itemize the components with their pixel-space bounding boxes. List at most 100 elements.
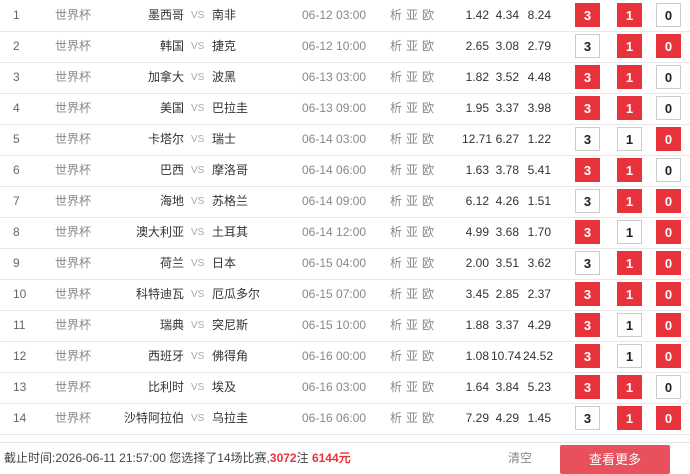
pick-win-button[interactable]: 3 bbox=[575, 189, 600, 213]
pick-draw-button[interactable]: 1 bbox=[617, 96, 642, 120]
pick-win-button[interactable]: 3 bbox=[575, 65, 600, 89]
euro-odds-link[interactable]: 欧 bbox=[422, 101, 434, 115]
pick-loss-button[interactable]: 0 bbox=[656, 282, 681, 306]
pick-draw-button[interactable]: 1 bbox=[617, 158, 642, 182]
analysis-link[interactable]: 析 bbox=[390, 8, 402, 22]
analysis-link[interactable]: 析 bbox=[390, 132, 402, 146]
away-team: 厄瓜多尔 bbox=[212, 287, 261, 301]
pick-loss-button[interactable]: 0 bbox=[656, 313, 681, 337]
odds-win: 6.12 bbox=[465, 194, 489, 208]
analysis-link[interactable]: 析 bbox=[390, 39, 402, 53]
asian-odds-link[interactable]: 亚 bbox=[406, 194, 418, 208]
pick-draw-button[interactable]: 1 bbox=[617, 3, 642, 27]
pick-loss-button[interactable]: 0 bbox=[656, 127, 681, 151]
away-team: 土耳其 bbox=[212, 225, 249, 239]
pick-loss-button[interactable]: 0 bbox=[656, 251, 681, 275]
pick-win-button[interactable]: 3 bbox=[575, 406, 600, 430]
analysis-link[interactable]: 析 bbox=[390, 194, 402, 208]
pick-draw-button[interactable]: 1 bbox=[617, 34, 642, 58]
home-team: 沙特阿拉伯 bbox=[123, 411, 184, 425]
analysis-link[interactable]: 析 bbox=[390, 225, 402, 239]
analysis-link[interactable]: 析 bbox=[390, 101, 402, 115]
pick-win-button[interactable]: 3 bbox=[575, 251, 600, 275]
league-label: 世界杯 bbox=[55, 70, 92, 84]
pick-win-button[interactable]: 3 bbox=[575, 282, 600, 306]
analysis-link[interactable]: 析 bbox=[390, 318, 402, 332]
pick-loss-button[interactable]: 0 bbox=[656, 34, 681, 58]
asian-odds-link[interactable]: 亚 bbox=[406, 318, 418, 332]
pick-win-button[interactable]: 3 bbox=[575, 313, 600, 337]
vs-label: VS bbox=[191, 41, 205, 52]
euro-odds-link[interactable]: 欧 bbox=[422, 349, 434, 363]
asian-odds-link[interactable]: 亚 bbox=[406, 225, 418, 239]
pick-loss-button[interactable]: 0 bbox=[656, 406, 681, 430]
clear-button[interactable]: 清空 bbox=[508, 443, 532, 474]
asian-odds-link[interactable]: 亚 bbox=[406, 8, 418, 22]
selection-summary: 截止时间:2026-06-11 21:57:00 您选择了14场比赛,3072注… bbox=[4, 443, 351, 474]
asian-odds-link[interactable]: 亚 bbox=[406, 101, 418, 115]
euro-odds-link[interactable]: 欧 bbox=[422, 411, 434, 425]
pick-win-button[interactable]: 3 bbox=[575, 127, 600, 151]
analysis-link[interactable]: 析 bbox=[390, 380, 402, 394]
pick-draw-button[interactable]: 1 bbox=[617, 127, 642, 151]
pick-draw-button[interactable]: 1 bbox=[617, 282, 642, 306]
euro-odds-link[interactable]: 欧 bbox=[422, 318, 434, 332]
pick-win-button[interactable]: 3 bbox=[575, 344, 600, 368]
pick-loss-button[interactable]: 0 bbox=[656, 375, 681, 399]
pick-win-button[interactable]: 3 bbox=[575, 375, 600, 399]
pick-draw-button[interactable]: 1 bbox=[617, 251, 642, 275]
odds-win: 12.71 bbox=[462, 132, 493, 146]
pick-win-button[interactable]: 3 bbox=[575, 3, 600, 27]
asian-odds-link[interactable]: 亚 bbox=[406, 132, 418, 146]
match-index: 1 bbox=[13, 8, 20, 22]
pick-loss-button[interactable]: 0 bbox=[656, 189, 681, 213]
view-more-button[interactable]: 查看更多 bbox=[560, 445, 670, 474]
asian-odds-link[interactable]: 亚 bbox=[406, 287, 418, 301]
odds-draw: 3.37 bbox=[495, 318, 519, 332]
pick-draw-button[interactable]: 1 bbox=[617, 406, 642, 430]
euro-odds-link[interactable]: 欧 bbox=[422, 163, 434, 177]
euro-odds-link[interactable]: 欧 bbox=[422, 194, 434, 208]
euro-odds-link[interactable]: 欧 bbox=[422, 8, 434, 22]
pick-loss-button[interactable]: 0 bbox=[656, 220, 681, 244]
euro-odds-link[interactable]: 欧 bbox=[422, 287, 434, 301]
asian-odds-link[interactable]: 亚 bbox=[406, 256, 418, 270]
analysis-links: 析亚欧 bbox=[390, 0, 438, 31]
vs-label: VS bbox=[191, 351, 205, 362]
asian-odds-link[interactable]: 亚 bbox=[406, 70, 418, 84]
away-team: 摩洛哥 bbox=[212, 163, 249, 177]
euro-odds-link[interactable]: 欧 bbox=[422, 39, 434, 53]
pick-draw-button[interactable]: 1 bbox=[617, 189, 642, 213]
analysis-link[interactable]: 析 bbox=[390, 411, 402, 425]
pick-win-button[interactable]: 3 bbox=[575, 34, 600, 58]
asian-odds-link[interactable]: 亚 bbox=[406, 411, 418, 425]
pick-win-button[interactable]: 3 bbox=[575, 96, 600, 120]
asian-odds-link[interactable]: 亚 bbox=[406, 163, 418, 177]
pick-win-button[interactable]: 3 bbox=[575, 158, 600, 182]
analysis-link[interactable]: 析 bbox=[390, 163, 402, 177]
euro-odds-link[interactable]: 欧 bbox=[422, 380, 434, 394]
match-time: 06-16 03:00 bbox=[302, 380, 367, 394]
euro-odds-link[interactable]: 欧 bbox=[422, 70, 434, 84]
pick-draw-button[interactable]: 1 bbox=[617, 375, 642, 399]
euro-odds-link[interactable]: 欧 bbox=[422, 225, 434, 239]
euro-odds-link[interactable]: 欧 bbox=[422, 256, 434, 270]
euro-odds-link[interactable]: 欧 bbox=[422, 132, 434, 146]
asian-odds-link[interactable]: 亚 bbox=[406, 349, 418, 363]
pick-win-button[interactable]: 3 bbox=[575, 220, 600, 244]
pick-draw-button[interactable]: 1 bbox=[617, 313, 642, 337]
pick-draw-button[interactable]: 1 bbox=[617, 344, 642, 368]
analysis-link[interactable]: 析 bbox=[390, 256, 402, 270]
pick-loss-button[interactable]: 0 bbox=[656, 96, 681, 120]
analysis-link[interactable]: 析 bbox=[390, 349, 402, 363]
analysis-link[interactable]: 析 bbox=[390, 287, 402, 301]
pick-draw-button[interactable]: 1 bbox=[617, 220, 642, 244]
analysis-link[interactable]: 析 bbox=[390, 70, 402, 84]
asian-odds-link[interactable]: 亚 bbox=[406, 380, 418, 394]
pick-loss-button[interactable]: 0 bbox=[656, 344, 681, 368]
asian-odds-link[interactable]: 亚 bbox=[406, 39, 418, 53]
pick-loss-button[interactable]: 0 bbox=[656, 65, 681, 89]
pick-loss-button[interactable]: 0 bbox=[656, 3, 681, 27]
pick-draw-button[interactable]: 1 bbox=[617, 65, 642, 89]
pick-loss-button[interactable]: 0 bbox=[656, 158, 681, 182]
